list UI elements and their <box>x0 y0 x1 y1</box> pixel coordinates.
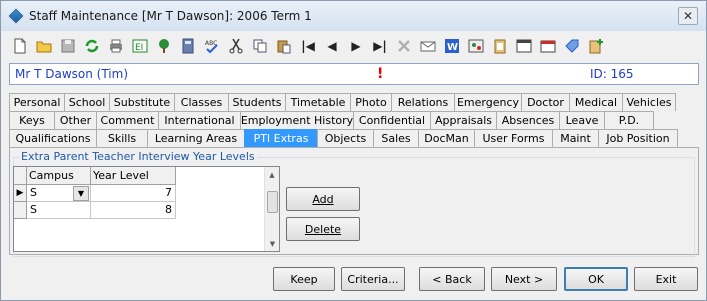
copy-icon[interactable] <box>249 35 271 57</box>
grid-vertical-scrollbar[interactable]: ▲ ▼ <box>264 167 279 251</box>
tag-icon[interactable] <box>561 35 583 57</box>
next-button[interactable]: Next > <box>491 267 557 291</box>
app-icon <box>8 8 24 24</box>
edit-icon[interactable]: EI <box>129 35 151 57</box>
title-bar: Staff Maintenance [Mr T Dawson]: 2006 Te… <box>1 1 706 31</box>
staff-id: ID: 165 <box>590 67 634 81</box>
criteria-button[interactable]: Criteria... <box>341 267 405 291</box>
cell-year-level[interactable]: 7 <box>91 185 176 202</box>
cell-campus[interactable]: S ▼ <box>27 185 91 202</box>
staff-info-bar: Mr T Dawson (Tim) ! ID: 165 <box>9 63 699 85</box>
window-title: Staff Maintenance [Mr T Dawson]: 2006 Te… <box>29 9 312 23</box>
tab-row-1: Personal School Substitute Classes Stude… <box>9 93 676 111</box>
grid-body: Campus Year Level ▶ S ▼ 7 S 8 <box>14 167 264 251</box>
calendar-icon[interactable] <box>513 35 535 57</box>
staff-maintenance-window: Staff Maintenance [Mr T Dawson]: 2006 Te… <box>0 0 707 301</box>
tab-confidential[interactable]: Confidential <box>353 111 431 129</box>
scroll-up-icon[interactable]: ▲ <box>265 167 279 182</box>
group-title: Extra Parent Teacher Interview Year Leve… <box>19 150 257 163</box>
toolbar: EI ABC |◀ ◀ ▶ ▶| W <box>9 33 699 59</box>
tab-row-3: Qualifications Skills Learning Areas PTI… <box>9 129 678 147</box>
first-record-icon[interactable]: |◀ <box>297 35 319 57</box>
photo-icon[interactable] <box>465 35 487 57</box>
grid-corner <box>14 167 27 185</box>
tab-pti-extras[interactable]: PTI Extras <box>244 129 318 147</box>
tab-leave[interactable]: Leave <box>559 111 605 129</box>
tree-icon[interactable] <box>153 35 175 57</box>
schedule-icon[interactable] <box>537 35 559 57</box>
svg-text:EI: EI <box>135 43 143 53</box>
row-selector-current[interactable]: ▶ <box>14 185 27 202</box>
exit-button[interactable]: Exit <box>634 267 698 291</box>
tab-photo[interactable]: Photo <box>350 93 392 111</box>
tab-school[interactable]: School <box>64 93 110 111</box>
close-button[interactable]: ✕ <box>678 7 698 25</box>
email-icon[interactable] <box>417 35 439 57</box>
column-header-campus[interactable]: Campus <box>27 167 91 185</box>
row-selector[interactable] <box>14 202 27 219</box>
tab-appraisals[interactable]: Appraisals <box>430 111 497 129</box>
delete-icon[interactable] <box>393 35 415 57</box>
svg-text:W: W <box>447 42 458 53</box>
tab-docman[interactable]: DocMan <box>418 129 475 147</box>
prev-record-icon[interactable]: ◀ <box>321 35 343 57</box>
paste-icon[interactable] <box>273 35 295 57</box>
delete-button[interactable]: Delete <box>286 217 360 241</box>
add-button[interactable]: Add <box>286 187 360 211</box>
tab-skills[interactable]: Skills <box>96 129 148 147</box>
tab-students[interactable]: Students <box>228 93 286 111</box>
tab-vehicles[interactable]: Vehicles <box>622 93 676 111</box>
year-levels-grid[interactable]: Campus Year Level ▶ S ▼ 7 S 8 ▲ ▼ <box>13 166 280 252</box>
clipboard-icon[interactable] <box>489 35 511 57</box>
tab-personal[interactable]: Personal <box>9 93 65 111</box>
refresh-icon[interactable] <box>81 35 103 57</box>
next-record-icon[interactable]: ▶ <box>345 35 367 57</box>
ok-button[interactable]: OK <box>564 267 628 291</box>
tab-keys[interactable]: Keys <box>9 111 55 129</box>
campus-value: S <box>30 186 37 199</box>
new-doc-icon[interactable] <box>9 35 31 57</box>
cell-campus[interactable]: S <box>27 202 91 219</box>
tab-objects[interactable]: Objects <box>317 129 374 147</box>
tab-classes[interactable]: Classes <box>174 93 229 111</box>
open-folder-icon[interactable] <box>33 35 55 57</box>
tab-comment[interactable]: Comment <box>96 111 159 129</box>
scroll-thumb[interactable] <box>267 191 278 213</box>
tab-relations[interactable]: Relations <box>391 93 455 111</box>
last-record-icon[interactable]: ▶| <box>369 35 391 57</box>
add-note-icon[interactable] <box>585 35 607 57</box>
print-icon[interactable] <box>105 35 127 57</box>
spellcheck-icon[interactable]: ABC <box>201 35 223 57</box>
tab-qualifications[interactable]: Qualifications <box>9 129 97 147</box>
column-header-year-level[interactable]: Year Level <box>91 167 176 185</box>
calculator-icon[interactable] <box>177 35 199 57</box>
cut-icon[interactable] <box>225 35 247 57</box>
tab-maint[interactable]: Maint <box>552 129 599 147</box>
tab-timetable[interactable]: Timetable <box>285 93 351 111</box>
tab-pd[interactable]: P.D. <box>604 111 654 129</box>
tab-emergency[interactable]: Emergency <box>454 93 522 111</box>
cell-year-level[interactable]: 8 <box>91 202 176 219</box>
tab-substitute[interactable]: Substitute <box>109 93 175 111</box>
tab-learning-areas[interactable]: Learning Areas <box>147 129 245 147</box>
word-icon[interactable]: W <box>441 35 463 57</box>
tab-employment-history[interactable]: Employment History <box>240 111 354 129</box>
tab-user-forms[interactable]: User Forms <box>474 129 553 147</box>
back-button[interactable]: < Back <box>419 267 485 291</box>
keep-button[interactable]: Keep <box>273 267 335 291</box>
tab-absences[interactable]: Absences <box>496 111 560 129</box>
staff-name: Mr T Dawson (Tim) <box>15 67 129 81</box>
tab-international[interactable]: International <box>158 111 241 129</box>
tab-other[interactable]: Other <box>54 111 97 129</box>
tab-sales[interactable]: Sales <box>373 129 419 147</box>
alert-icon[interactable]: ! <box>377 66 383 82</box>
tab-job-position[interactable]: Job Position <box>598 129 678 147</box>
campus-dropdown-button[interactable]: ▼ <box>73 186 89 201</box>
scroll-down-icon[interactable]: ▼ <box>265 236 280 251</box>
tab-doctor[interactable]: Doctor <box>521 93 570 111</box>
save-icon[interactable] <box>57 35 79 57</box>
tab-row-2: Keys Other Comment International Employm… <box>9 111 654 129</box>
tab-medical[interactable]: Medical <box>569 93 623 111</box>
